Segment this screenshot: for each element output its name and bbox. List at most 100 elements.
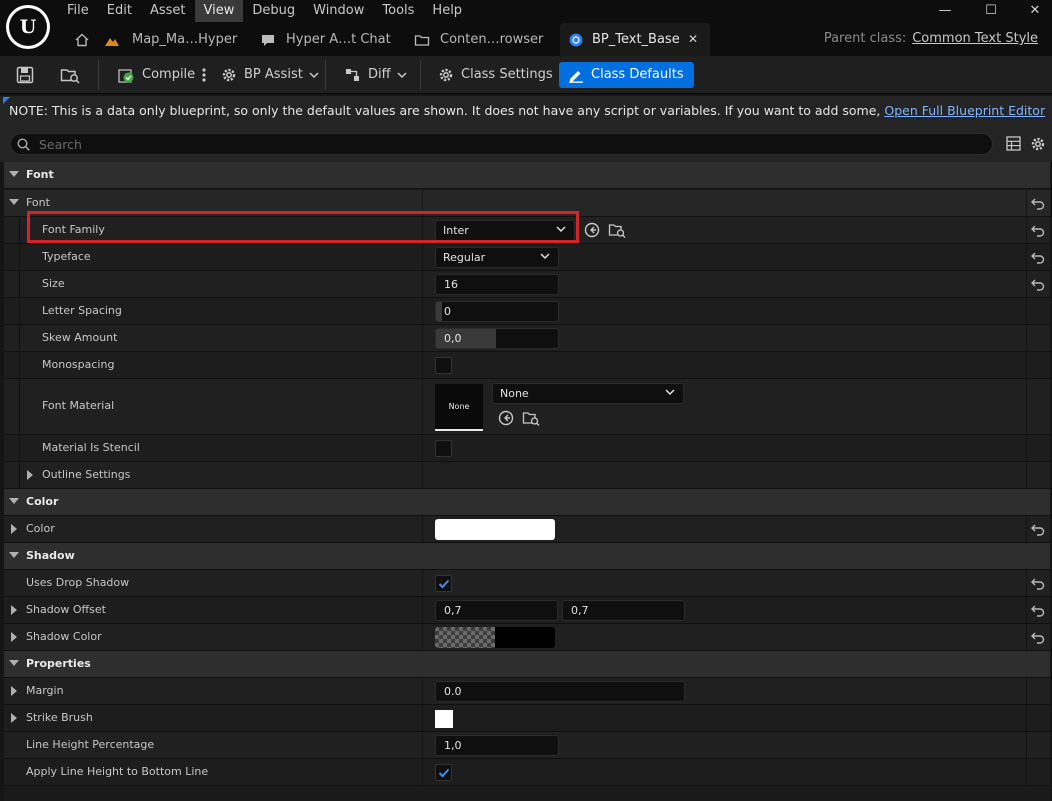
- settings-icon[interactable]: [1030, 136, 1046, 152]
- table-view-icon[interactable]: [1006, 136, 1021, 151]
- class-defaults-button[interactable]: Class Defaults: [559, 62, 694, 88]
- column-divider: [422, 298, 423, 324]
- compile-options-icon[interactable]: [201, 67, 207, 83]
- tab-content-browser[interactable]: Conten…rowser: [412, 23, 552, 56]
- use-selected-asset-icon[interactable]: [498, 410, 514, 426]
- unreal-logo[interactable]: U: [6, 5, 50, 49]
- tab-map[interactable]: Map_Ma…Hyper: [102, 23, 242, 56]
- search-row: [0, 126, 1052, 162]
- expand-arrow-icon[interactable]: [11, 632, 17, 642]
- tab-hyper-chat[interactable]: Hyper A…t Chat: [258, 23, 398, 56]
- outline-settings-row[interactable]: Outline Settings: [4, 462, 1050, 489]
- category-shadow[interactable]: Shadow: [4, 543, 1050, 570]
- browse-asset-icon[interactable]: [60, 66, 80, 84]
- maximize-button[interactable]: ☐: [968, 0, 1014, 22]
- bp-assist-button[interactable]: BP Assist: [220, 62, 319, 88]
- parent-class-link[interactable]: Common Text Style: [912, 31, 1038, 46]
- reset-to-default-icon[interactable]: [1030, 249, 1046, 265]
- letter-spacing-value: 0: [444, 305, 451, 318]
- column-divider: [1026, 570, 1027, 596]
- color-swatch[interactable]: [435, 519, 555, 540]
- column-divider: [1026, 435, 1027, 461]
- menu-view[interactable]: View: [194, 0, 244, 22]
- search-input[interactable]: [39, 134, 979, 154]
- gear-icon: [439, 68, 453, 82]
- menu-debug[interactable]: Debug: [243, 0, 304, 22]
- font-material-dropdown[interactable]: None: [492, 383, 684, 404]
- shadow-offset-y-input[interactable]: 0,7: [562, 600, 685, 621]
- menu-window[interactable]: Window: [304, 0, 373, 22]
- margin-value: 0.0: [444, 685, 462, 698]
- search-box[interactable]: [10, 133, 993, 155]
- column-divider: [1026, 271, 1027, 297]
- gear-icon: [222, 68, 236, 82]
- shadow-color-swatch[interactable]: [435, 627, 555, 648]
- reset-to-default-icon[interactable]: [1030, 575, 1046, 591]
- expand-arrow-icon: [9, 199, 19, 205]
- apply-line-height-row: Apply Line Height to Bottom Line: [4, 759, 1050, 786]
- tab-bp-text-base[interactable]: BP_Text_Base ✕: [560, 23, 710, 56]
- diff-button[interactable]: Diff: [344, 62, 407, 88]
- reset-to-default-icon[interactable]: [1030, 276, 1046, 292]
- menu-edit[interactable]: Edit: [98, 0, 141, 22]
- property-grid: Font Font Font Family Inter Typeface Reg…: [4, 162, 1050, 801]
- expand-arrow-icon[interactable]: [11, 524, 17, 534]
- margin-input[interactable]: 0.0: [435, 681, 685, 702]
- strike-brush-swatch[interactable]: [435, 710, 453, 728]
- shadow-color-row: Shadow Color: [4, 624, 1050, 651]
- expand-arrow-icon[interactable]: [11, 713, 17, 723]
- material-is-stencil-checkbox[interactable]: [435, 440, 452, 457]
- uses-drop-shadow-row: Uses Drop Shadow: [4, 570, 1050, 597]
- class-settings-label: Class Settings: [461, 67, 553, 82]
- menu-tools[interactable]: Tools: [373, 0, 423, 22]
- column-divider: [422, 271, 423, 297]
- skew-amount-input[interactable]: 0,0: [435, 328, 559, 349]
- shadow-offset-x-input[interactable]: 0,7: [435, 600, 558, 621]
- size-input[interactable]: 16: [435, 274, 559, 295]
- expand-arrow-icon[interactable]: [11, 686, 17, 696]
- category-font[interactable]: Font: [4, 162, 1050, 189]
- expand-arrow-icon: [9, 171, 19, 177]
- class-defaults-label: Class Defaults: [591, 67, 684, 82]
- uses-drop-shadow-checkbox[interactable]: [435, 575, 452, 592]
- indent-guide: [19, 217, 20, 243]
- font-material-thumbnail[interactable]: None: [435, 384, 483, 431]
- indent-guide: [19, 462, 20, 488]
- class-settings-button[interactable]: Class Settings: [438, 62, 553, 88]
- indent-guide: [19, 325, 20, 351]
- browse-asset-icon[interactable]: [608, 222, 626, 238]
- menu-help[interactable]: Help: [423, 0, 471, 22]
- reset-to-default-icon[interactable]: [1030, 222, 1046, 238]
- use-selected-asset-icon[interactable]: [584, 222, 600, 238]
- save-icon[interactable]: [16, 66, 34, 84]
- menu-file[interactable]: File: [58, 0, 98, 22]
- open-full-editor-link[interactable]: Open Full Blueprint Editor: [884, 103, 1045, 118]
- expand-arrow-icon[interactable]: [11, 605, 17, 615]
- margin-row: Margin 0.0: [4, 678, 1050, 705]
- tab-close-icon[interactable]: ✕: [688, 23, 698, 56]
- menu-asset[interactable]: Asset: [141, 0, 195, 22]
- reset-to-default-icon[interactable]: [1030, 629, 1046, 645]
- compile-button[interactable]: Compile: [116, 62, 195, 88]
- category-color[interactable]: Color: [4, 489, 1050, 516]
- close-window-button[interactable]: ✕: [1012, 0, 1052, 22]
- margin-label: Margin: [26, 684, 64, 697]
- monospacing-checkbox[interactable]: [435, 357, 452, 374]
- apply-line-height-checkbox[interactable]: [435, 764, 452, 781]
- home-icon[interactable]: [74, 32, 90, 48]
- toolbar-separator: [98, 60, 99, 90]
- indent-guide: [19, 435, 20, 461]
- browse-asset-icon[interactable]: [522, 410, 540, 426]
- letter-spacing-slider-fill: [436, 302, 442, 321]
- reset-to-default-icon[interactable]: [1030, 602, 1046, 618]
- line-height-percentage-input[interactable]: 1,0: [435, 735, 559, 756]
- color-row: Color: [4, 516, 1050, 543]
- category-properties[interactable]: Properties: [4, 651, 1050, 678]
- reset-to-default-icon[interactable]: [1030, 521, 1046, 537]
- minimize-button[interactable]: —: [922, 0, 968, 22]
- category-color-label: Color: [26, 495, 59, 508]
- typeface-dropdown[interactable]: Regular: [435, 247, 559, 268]
- reset-to-default-icon[interactable]: [1030, 195, 1046, 211]
- letter-spacing-input[interactable]: 0: [435, 301, 559, 322]
- column-divider: [1026, 597, 1027, 623]
